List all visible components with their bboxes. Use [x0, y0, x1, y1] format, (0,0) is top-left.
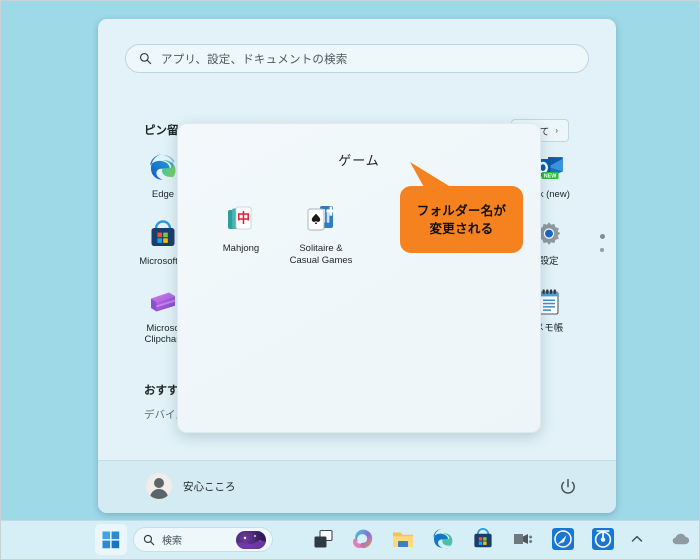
taskbar-item-blue-app-1[interactable]: [551, 527, 577, 553]
taskbar-left-group: 検索: [95, 524, 273, 555]
taskbar-app-buttons: [311, 527, 617, 553]
folder-app-mahjong[interactable]: 中 Mahjong: [198, 202, 284, 255]
callout-bubble: フォルダー名が 変更される: [400, 186, 523, 253]
screen: アプリ、設定、ドキュメントの検索 ピン留め済み すべて ›: [0, 0, 700, 560]
recommended-heading: おすす: [144, 385, 179, 397]
taskbar-system-tray: [629, 531, 697, 557]
start-menu-search-input[interactable]: アプリ、設定、ドキュメントの検索: [125, 44, 589, 73]
start-menu-search-placeholder: アプリ、設定、ドキュメントの検索: [161, 53, 348, 66]
blue-circle-app-icon: [552, 528, 574, 550]
account-button[interactable]: 安心こころ: [146, 473, 236, 499]
media-app-icon: [514, 534, 533, 544]
windows-start-icon: [102, 531, 120, 548]
search-icon: [139, 52, 152, 65]
page-dot-active[interactable]: [599, 234, 605, 239]
power-button[interactable]: [558, 477, 578, 497]
clipchamp-icon: [147, 286, 179, 318]
edge-icon: [433, 528, 453, 550]
folder-name-label[interactable]: ゲーム: [178, 150, 540, 169]
taskbar-item-copilot[interactable]: [351, 527, 377, 553]
edge-icon: [147, 152, 179, 184]
microsoft-store-icon: [147, 219, 179, 251]
taskbar-item-edge[interactable]: [431, 527, 457, 553]
chevron-up-icon: [631, 535, 643, 542]
start-button[interactable]: [95, 524, 127, 555]
file-explorer-icon: [393, 532, 413, 547]
folder-popup[interactable]: ゲーム 中 Mahjong Solitaire & Casual Games: [177, 123, 541, 433]
svg-text:中: 中: [237, 211, 250, 227]
new-badge-text: NEW: [544, 173, 557, 179]
power-icon: [561, 478, 575, 494]
solitaire-icon: [304, 202, 338, 236]
taskbar-tray-onedrive[interactable]: [671, 531, 697, 557]
search-icon: [143, 534, 155, 546]
folder-app-label: Mahjong: [222, 243, 260, 254]
folder-app-solitaire[interactable]: Solitaire & Casual Games: [278, 202, 364, 267]
cloud-icon: [672, 533, 690, 545]
taskbar: 検索: [1, 520, 699, 559]
taskbar-item-task-view[interactable]: [311, 527, 337, 553]
taskbar-item-microsoft-store[interactable]: [471, 527, 497, 553]
blue-dial-app-icon: [592, 528, 614, 550]
taskbar-tray-chevron-up[interactable]: [629, 531, 655, 557]
taskbar-search-placeholder: 検索: [162, 536, 182, 547]
task-view-icon: [314, 529, 333, 548]
taskbar-item-media-app[interactable]: [511, 527, 537, 553]
folder-app-label-line2: Casual Games: [289, 255, 353, 266]
taskbar-item-blue-app-2[interactable]: [591, 527, 617, 553]
taskbar-search-input[interactable]: 検索: [133, 527, 273, 552]
folder-app-label: Solitaire &: [299, 243, 343, 254]
mahjong-icon: 中: [224, 202, 258, 236]
taskbar-item-file-explorer[interactable]: [391, 527, 417, 553]
user-avatar-icon: [146, 473, 172, 499]
account-bar: 安心こころ: [98, 460, 616, 513]
callout-line-2: 変更される: [429, 221, 494, 236]
page-dot-inactive[interactable]: [600, 248, 604, 252]
page-indicator-dots[interactable]: [598, 234, 606, 252]
user-name: 安心こころ: [183, 480, 236, 493]
annotation-callout: フォルダー名が 変更される: [400, 162, 523, 253]
search-highlight-thumbnail[interactable]: [236, 531, 266, 549]
copilot-icon: [353, 529, 373, 549]
microsoft-store-icon: [474, 528, 492, 548]
callout-line-1: フォルダー名が: [416, 203, 507, 218]
chevron-right-icon: ›: [555, 126, 559, 135]
